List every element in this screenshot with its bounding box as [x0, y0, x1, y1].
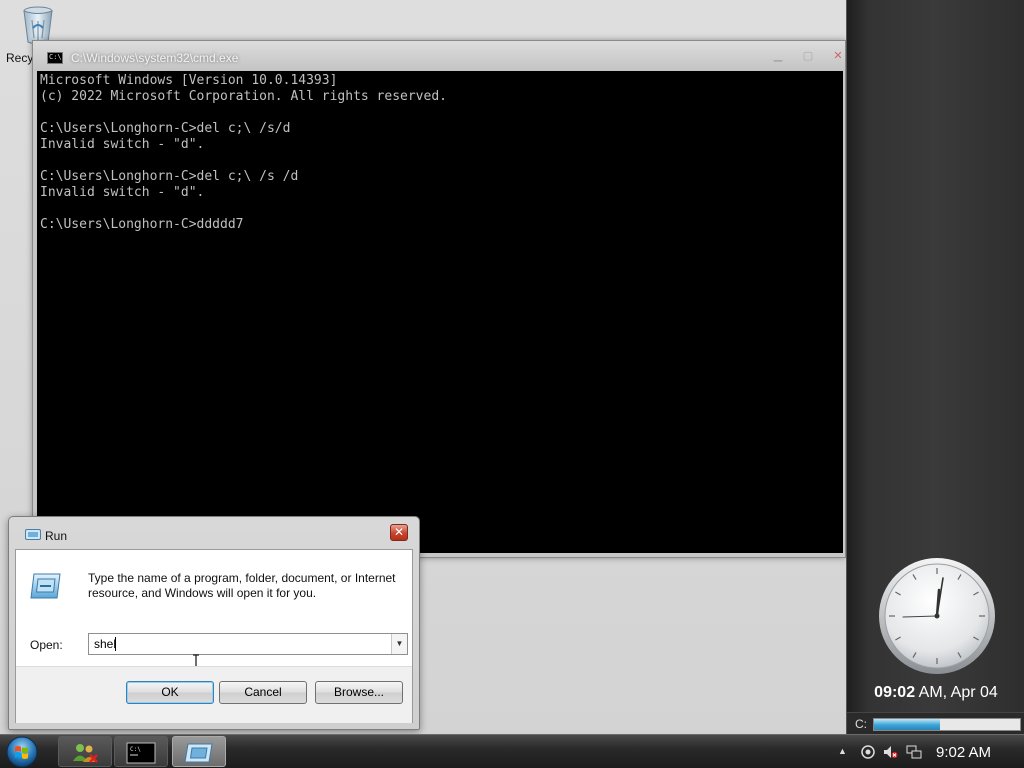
taskbar-clock[interactable]: 9:02 AM: [936, 744, 991, 761]
run-description: Type the name of a program, folder, docu…: [88, 571, 396, 600]
security-icon[interactable]: [860, 744, 876, 760]
open-combobox[interactable]: ▼: [88, 633, 408, 655]
run-dialog: Run ✕ Type the name of a program, folder…: [8, 516, 420, 730]
network-icon[interactable]: [906, 744, 922, 760]
console-prompt-line: C:\Users\Longhorn-C>ddddd7: [40, 217, 244, 232]
open-label: Open:: [30, 638, 63, 652]
drive-usage-bar: [873, 718, 1021, 731]
text-caret: [115, 637, 116, 651]
cmd-window: C:\ C:\Windows\system32\cmd.exe ▁ ▢ ✕ Mi…: [32, 40, 846, 558]
close-button[interactable]: ✕: [390, 524, 408, 541]
notification-area: ▲ 9:02 AM: [830, 735, 1024, 768]
start-button[interactable]: [6, 736, 38, 768]
run-titlebar[interactable]: Run ✕: [9, 517, 419, 547]
cancel-button[interactable]: Cancel: [219, 681, 307, 704]
taskbar: C:\ ▲ 9:02 AM: [0, 734, 1024, 768]
console-icon: C:\: [47, 52, 63, 64]
drive-usage-fill: [874, 719, 940, 730]
browse-button[interactable]: Browse...: [315, 681, 403, 704]
console-line: C:\Users\Longhorn-C>del c;\ /s/d: [40, 121, 291, 136]
sidebar-clock-time: 09:02: [874, 684, 916, 701]
console-icon: C:\: [126, 742, 156, 764]
maximize-button[interactable]: ▢: [797, 48, 819, 66]
drive-meter-gadget[interactable]: C:: [847, 712, 1024, 734]
taskbar-item-run[interactable]: [172, 736, 226, 767]
chevron-down-icon[interactable]: ▼: [391, 634, 407, 654]
run-icon: [25, 529, 41, 540]
minimize-button[interactable]: ▁: [767, 48, 789, 66]
cmd-titlebar[interactable]: C:\ C:\Windows\system32\cmd.exe ▁ ▢ ✕: [33, 41, 845, 71]
run-program-icon: [30, 573, 61, 599]
open-input[interactable]: [89, 634, 391, 654]
taskbar-item-users[interactable]: [58, 736, 112, 767]
ok-button[interactable]: OK: [126, 681, 214, 704]
cmd-console-output[interactable]: Microsoft Windows [Version 10.0.14393] (…: [37, 71, 843, 553]
show-hidden-icons-arrow[interactable]: ▲: [838, 746, 854, 762]
console-line: C:\Users\Longhorn-C>del c;\ /s /d: [40, 169, 299, 184]
cmd-window-title: C:\Windows\system32\cmd.exe: [71, 51, 239, 65]
sidebar-clock-date: AM, Apr 04: [915, 684, 998, 701]
console-line: Invalid switch - "d".: [40, 137, 205, 152]
svg-text:C:\: C:\: [130, 746, 141, 753]
drive-label: C:: [855, 717, 867, 731]
console-line: Invalid switch - "d".: [40, 185, 205, 200]
run-icon: [184, 743, 213, 763]
sidebar-date-time: 09:02 AM, Apr 04: [847, 684, 1024, 702]
taskbar-item-cmd[interactable]: C:\: [114, 736, 168, 767]
users-network-icon: [73, 744, 98, 763]
console-line: Microsoft Windows [Version 10.0.14393]: [40, 73, 338, 88]
volume-muted-icon[interactable]: [882, 744, 898, 760]
windows-sidebar: 09:02 AM, Apr 04 C:: [846, 0, 1024, 734]
console-line: (c) 2022 Microsoft Corporation. All righ…: [40, 89, 447, 104]
analog-clock-gadget[interactable]: [877, 556, 997, 676]
run-dialog-title: Run: [45, 529, 68, 543]
